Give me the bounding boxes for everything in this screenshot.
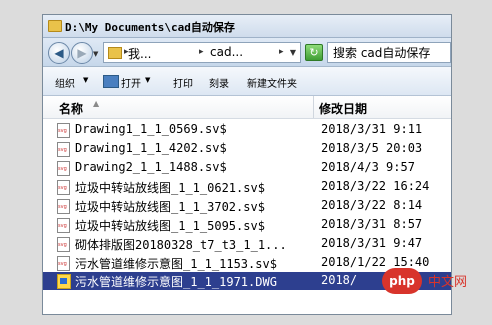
chevron-down-icon[interactable]: ▼: [290, 48, 296, 57]
chevron-down-icon[interactable]: ▼: [145, 76, 150, 84]
file-date: 2018/3/22 8:14: [321, 198, 423, 212]
file-date: 2018/: [321, 273, 358, 287]
open-button[interactable]: 打开: [121, 75, 141, 90]
file-name: 垃圾中转站放线图_1_1_5095.sv$: [75, 219, 265, 233]
chevron-down-icon[interactable]: ▼: [83, 76, 88, 84]
file-row[interactable]: 垃圾中转站放线图_1_1_3702.sv$ 2018/3/22 8:14: [43, 197, 451, 215]
dwg-file-icon: [57, 274, 71, 289]
search-placeholder: 搜索 cad自动保存: [333, 46, 431, 60]
file-date: 2018/4/3 9:57: [321, 160, 415, 174]
file-name: Drawing1_1_1_0569.sv$: [75, 122, 227, 136]
breadcrumb-separator-icon[interactable]: ▸: [279, 47, 284, 57]
svg-file-icon: [57, 256, 70, 271]
file-name: 砌体排版图20180328_t7_t3_1_1...: [75, 238, 287, 252]
svg-file-icon: [57, 161, 70, 176]
svg-file-icon: [57, 142, 70, 157]
file-name: Drawing2_1_1_1488.sv$: [75, 160, 227, 174]
file-date: 2018/3/31 9:11: [321, 122, 423, 136]
folder-icon: [48, 20, 62, 32]
svg-file-icon: [57, 218, 70, 233]
svg-file-icon: [57, 180, 70, 195]
column-divider[interactable]: [313, 96, 314, 118]
address-bar[interactable]: ▸ 我... ▸ cad... ▸ ▼: [103, 42, 301, 63]
title-bar: D:\My Documents\cad自动保存: [43, 15, 451, 38]
file-date: 2018/3/22 16:24: [321, 179, 430, 193]
file-date: 2018/3/5 20:03: [321, 141, 423, 155]
file-date: 2018/3/31 8:57: [321, 217, 423, 231]
file-name: 污水管道维修示意图_1_1_1153.sv$: [75, 257, 277, 271]
refresh-button[interactable]: ↻: [305, 44, 323, 61]
php-logo: php: [382, 268, 422, 294]
svg-file-icon: [57, 237, 70, 252]
organize-button[interactable]: 组织: [55, 75, 75, 90]
breadcrumb-item[interactable]: cad...: [210, 45, 243, 59]
file-row[interactable]: Drawing2_1_1_1488.sv$ 2018/4/3 9:57: [43, 159, 451, 177]
folder-icon: [108, 47, 122, 59]
file-name: 垃圾中转站放线图_1_1_3702.sv$: [75, 200, 265, 214]
breadcrumb-item[interactable]: 我...: [128, 45, 151, 62]
svg-file-icon: [57, 199, 70, 214]
svg-file-icon: [57, 123, 70, 138]
print-button[interactable]: 打印: [173, 75, 193, 90]
file-name: 污水管道维修示意图_1_1_1971.DWG: [75, 275, 277, 289]
watermark-text: 中文网: [428, 275, 468, 290]
file-row[interactable]: Drawing1_1_1_4202.sv$ 2018/3/5 20:03: [43, 140, 451, 158]
back-button[interactable]: ◀: [48, 42, 70, 64]
open-icon[interactable]: [103, 75, 119, 88]
sort-ascending-icon: ▲: [93, 99, 100, 108]
file-name: Drawing1_1_1_4202.sv$: [75, 141, 227, 155]
file-row[interactable]: 垃圾中转站放线图_1_1_0621.sv$ 2018/3/22 16:24: [43, 178, 451, 196]
file-row[interactable]: Drawing1_1_1_0569.sv$ 2018/3/31 9:11: [43, 121, 451, 139]
column-header-name[interactable]: 名称: [59, 100, 83, 117]
window-title: D:\My Documents\cad自动保存: [65, 21, 235, 34]
burn-button[interactable]: 刻录: [209, 75, 229, 90]
new-folder-button[interactable]: 新建文件夹: [247, 75, 297, 90]
file-row[interactable]: 砌体排版图20180328_t7_t3_1_1... 2018/3/31 9:4…: [43, 235, 451, 253]
watermark: php 中文网: [382, 256, 486, 318]
command-bar: 组织 ▼ 打开 ▼ 打印 刻录 新建文件夹: [43, 67, 451, 96]
breadcrumb-separator-icon[interactable]: ▸: [199, 47, 204, 57]
address-row: ◀ ▶ ▼ ▸ 我... ▸ cad... ▸ ▼ ↻ 搜索 cad自动保存: [43, 38, 451, 67]
forward-button[interactable]: ▶: [71, 42, 93, 64]
search-input[interactable]: 搜索 cad自动保存: [327, 42, 451, 63]
file-date: 2018/3/31 9:47: [321, 236, 423, 250]
column-header-date[interactable]: 修改日期: [319, 100, 367, 117]
file-row[interactable]: 垃圾中转站放线图_1_1_5095.sv$ 2018/3/31 8:57: [43, 216, 451, 234]
column-header-row: 名称 ▲ 修改日期: [43, 96, 451, 119]
history-dropdown-icon[interactable]: ▼: [93, 50, 98, 58]
file-name: 垃圾中转站放线图_1_1_0621.sv$: [75, 181, 265, 195]
